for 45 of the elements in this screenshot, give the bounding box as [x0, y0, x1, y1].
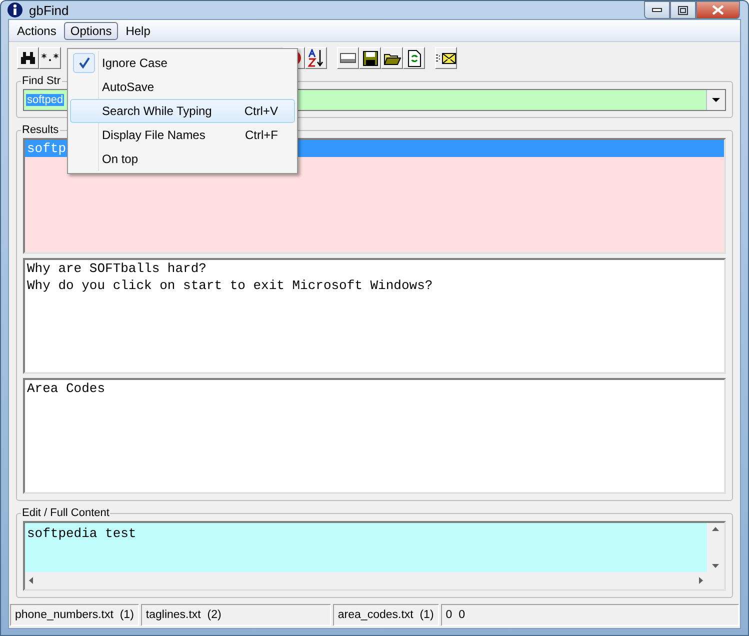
info-icon: [7, 2, 23, 18]
menu-item[interactable]: Help: [120, 22, 156, 40]
dropdown-button[interactable]: [706, 90, 725, 110]
group-label: Find Str: [21, 75, 62, 87]
sort-button[interactable]: [305, 47, 327, 69]
sort-icon: [308, 49, 324, 67]
close-button[interactable]: [696, 1, 740, 19]
menu-item[interactable]: Options: [64, 22, 118, 40]
result-line[interactable]: Why are SOFTballs hard?: [25, 260, 724, 277]
refresh-button[interactable]: [403, 47, 425, 69]
open-button[interactable]: [381, 47, 403, 69]
menu-option[interactable]: Ignore Case: [70, 51, 295, 75]
restore-icon: [678, 6, 688, 14]
mail-button[interactable]: [435, 47, 457, 69]
result-line[interactable]: Area Codes: [25, 380, 724, 397]
window-title: gbFind: [29, 2, 69, 18]
scroll-up-icon[interactable]: [712, 527, 719, 531]
blank-page-icon: [340, 53, 356, 63]
status-panel: 0 0: [440, 604, 739, 626]
scroll-left-icon[interactable]: [29, 577, 33, 584]
group-label: Results: [21, 124, 60, 136]
menu-item[interactable]: Actions: [11, 22, 62, 40]
status-panel: taglines.txt (2): [140, 604, 331, 626]
minimize-button[interactable]: [644, 1, 670, 19]
status-panel: phone_numbers.txt (1): [10, 604, 139, 626]
scroll-right-icon[interactable]: [699, 577, 703, 584]
status-panel: area_codes.txt (1): [332, 604, 439, 626]
wildcard-button[interactable]: *.*: [39, 47, 61, 69]
envelope-icon: [436, 52, 456, 64]
maximize-button[interactable]: [670, 1, 696, 19]
blank-button[interactable]: [337, 47, 359, 69]
close-icon: [712, 5, 724, 15]
folder-icon: [384, 52, 400, 64]
menu-option[interactable]: Search While Typing Ctrl+V: [70, 99, 295, 123]
minimize-icon: [652, 8, 662, 12]
result-line[interactable]: Why do you click on start to exit Microsoft Windows?: [25, 277, 724, 294]
find-button[interactable]: [17, 47, 39, 69]
refresh-document-icon: [408, 50, 420, 66]
scroll-down-icon[interactable]: [712, 564, 719, 568]
save-button[interactable]: [359, 47, 381, 69]
caret-icon: [712, 98, 720, 102]
content-text-area[interactable]: softpedia test: [25, 523, 707, 572]
group-label: Edit / Full Content: [21, 507, 110, 519]
binoculars-icon: [20, 51, 36, 65]
find-text: softped: [26, 94, 64, 106]
